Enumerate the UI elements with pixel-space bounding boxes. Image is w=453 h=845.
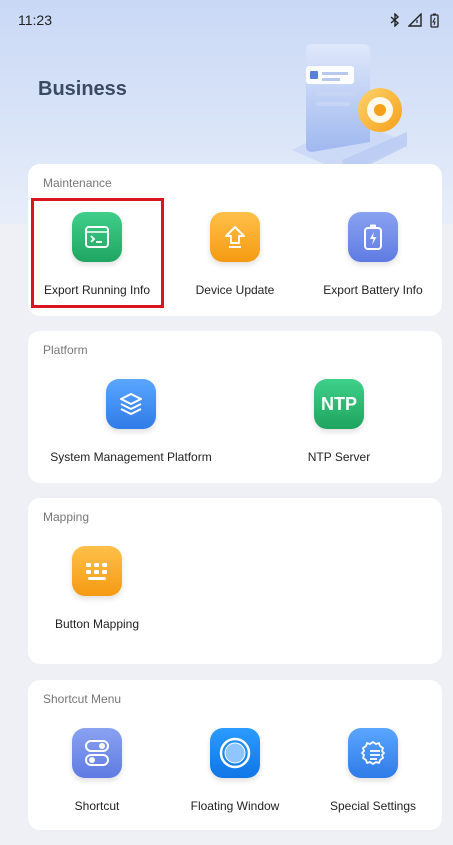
section-title: Shortcut Menu <box>43 692 122 706</box>
floating-circle-icon <box>210 728 260 778</box>
item-label: NTP Server <box>307 450 371 464</box>
special-settings-button[interactable]: Special Settings <box>308 728 438 813</box>
mapping-card: Mapping Button Mapping <box>28 498 442 664</box>
platform-card: Platform System Management Platform NTP … <box>28 331 442 483</box>
bluetooth-icon <box>390 13 400 27</box>
ntp-icon: NTP <box>314 379 364 429</box>
status-time: 11:23 <box>18 12 52 28</box>
ntp-server-button[interactable]: NTP NTP Server <box>276 379 402 464</box>
item-label: Floating Window <box>190 799 280 813</box>
battery-icon <box>430 13 439 28</box>
export-battery-info-button[interactable]: Export Battery Info <box>308 212 438 297</box>
keyboard-icon <box>72 546 122 596</box>
signal-icon <box>408 13 422 27</box>
highlight-box <box>31 198 164 308</box>
toggle-icon <box>72 728 122 778</box>
item-label: Special Settings <box>329 799 417 813</box>
floating-window-button[interactable]: Floating Window <box>170 728 300 813</box>
status-bar: 11:23 <box>0 0 453 40</box>
document-gear-illustration <box>292 44 407 176</box>
item-label: Device Update <box>195 283 275 297</box>
item-label: Shortcut <box>74 799 120 813</box>
item-label: Export Battery Info <box>323 283 423 297</box>
ntp-icon-text: NTP <box>321 393 357 414</box>
section-title: Maintenance <box>43 176 112 190</box>
status-icons <box>390 13 439 28</box>
layers-icon <box>106 379 156 429</box>
business-screen: 11:23 Business Maintenance Export Runnin… <box>0 0 453 845</box>
page-title: Business <box>38 78 127 100</box>
item-label: System Management Platform <box>50 450 212 464</box>
button-mapping-button[interactable]: Button Mapping <box>32 546 162 631</box>
gear-list-icon <box>348 728 398 778</box>
system-management-platform-button[interactable]: System Management Platform <box>28 379 234 464</box>
upload-arrow-icon <box>210 212 260 262</box>
shortcut-menu-card: Shortcut Menu Shortcut Floating Window S… <box>28 680 442 830</box>
shortcut-button[interactable]: Shortcut <box>32 728 162 813</box>
device-update-button[interactable]: Device Update <box>170 212 300 297</box>
section-title: Mapping <box>43 510 90 524</box>
section-title: Platform <box>43 343 88 357</box>
battery-charge-icon <box>348 212 398 262</box>
item-label: Button Mapping <box>54 617 140 631</box>
